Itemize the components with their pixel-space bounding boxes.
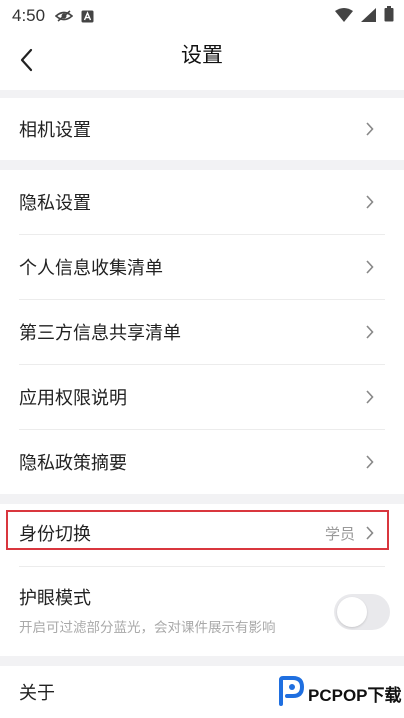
privacy-summary-label: 隐私政策摘要 — [19, 453, 127, 474]
privacy-settings-item[interactable]: 隐私设置 — [0, 170, 404, 234]
eye-mode-label: 护眼模式 — [19, 588, 91, 609]
chevron-left-icon — [20, 48, 33, 72]
third-party-sharing-item[interactable]: 第三方信息共享清单 — [0, 300, 404, 364]
camera-settings-item[interactable]: 相机设置 — [0, 98, 404, 160]
divider — [19, 566, 385, 567]
a-notification-icon — [81, 10, 94, 23]
camera-settings-label: 相机设置 — [19, 120, 91, 141]
personal-info-list-item[interactable]: 个人信息收集清单 — [0, 235, 404, 299]
third-party-sharing-label: 第三方信息共享清单 — [19, 323, 181, 344]
chevron-right-icon — [365, 325, 374, 339]
about-label: 关于 — [19, 683, 55, 704]
identity-switch-label: 身份切换 — [19, 524, 91, 545]
battery-icon — [384, 6, 394, 26]
section-divider — [0, 494, 404, 504]
identity-switch-item[interactable]: 身份切换 学员 — [0, 504, 404, 562]
pcpop-logo-icon — [278, 676, 305, 710]
privacy-summary-item[interactable]: 隐私政策摘要 — [0, 430, 404, 494]
watermark-text: PCPOP下载 — [308, 685, 402, 705]
pcpop-watermark: PCPOP下载 — [278, 676, 402, 710]
app-permissions-label: 应用权限说明 — [19, 388, 127, 409]
toggle-knob — [337, 597, 367, 627]
status-time: 4:50 — [12, 6, 46, 25]
hidden-eye-icon — [55, 9, 74, 23]
status-bar: 4:50 — [0, 0, 404, 32]
chevron-right-icon — [365, 122, 374, 136]
chevron-right-icon — [365, 195, 374, 209]
section-divider — [0, 656, 404, 666]
privacy-settings-label: 隐私设置 — [19, 193, 91, 214]
chevron-right-icon — [365, 390, 374, 404]
eye-mode-description: 开启可过滤部分蓝光，会对课件展示有影响 — [19, 620, 276, 636]
app-permissions-item[interactable]: 应用权限说明 — [0, 365, 404, 429]
eye-mode-toggle[interactable] — [334, 594, 390, 630]
personal-info-list-label: 个人信息收集清单 — [19, 258, 163, 279]
nav-bar: 设置 — [0, 32, 404, 90]
back-button[interactable] — [8, 42, 44, 78]
chevron-right-icon — [365, 260, 374, 274]
chevron-right-icon — [365, 455, 374, 469]
identity-value: 学员 — [324, 524, 355, 543]
chevron-right-icon — [365, 526, 374, 540]
page-title: 设置 — [181, 43, 223, 67]
wifi-icon — [335, 7, 353, 26]
section-divider — [0, 90, 404, 98]
signal-icon — [361, 7, 376, 26]
section-divider — [0, 160, 404, 170]
